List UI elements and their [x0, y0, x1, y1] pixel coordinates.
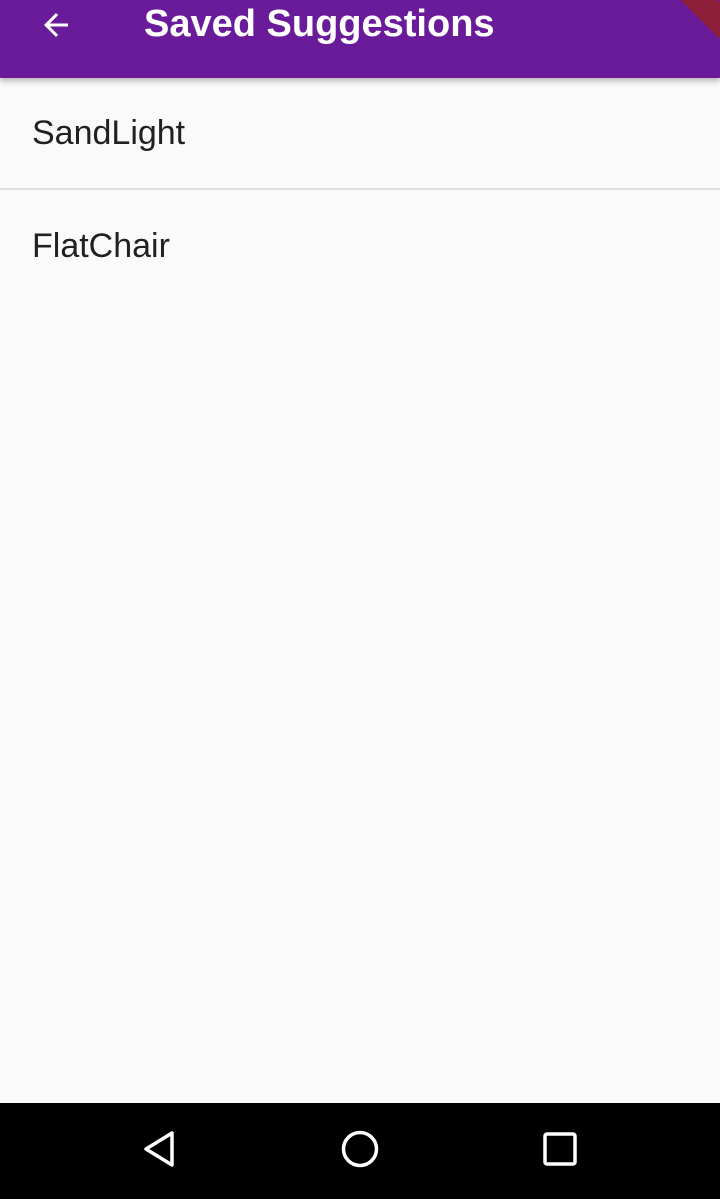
- circle-home-icon: [340, 1129, 380, 1174]
- debug-banner: [638, 0, 720, 43]
- triangle-back-icon: [140, 1129, 180, 1174]
- system-back-button[interactable]: [136, 1127, 184, 1175]
- list-item[interactable]: SandLight: [0, 78, 720, 190]
- saved-suggestions-list: SandLight FlatChair: [0, 78, 720, 301]
- page-title: Saved Suggestions: [144, 3, 495, 45]
- system-navigation-bar: [0, 1103, 720, 1199]
- arrow-back-icon: [20, 7, 74, 43]
- system-recents-button[interactable]: [536, 1127, 584, 1175]
- list-item[interactable]: FlatChair: [0, 190, 720, 301]
- app-screen: Saved Suggestions SandLight FlatChair: [0, 0, 720, 1199]
- list-item-label: SandLight: [32, 114, 186, 152]
- list-item-label: FlatChair: [32, 226, 170, 265]
- app-bar: Saved Suggestions: [0, 0, 720, 78]
- square-recents-icon: [540, 1129, 580, 1174]
- back-button[interactable]: [20, 0, 92, 50]
- system-home-button[interactable]: [336, 1127, 384, 1175]
